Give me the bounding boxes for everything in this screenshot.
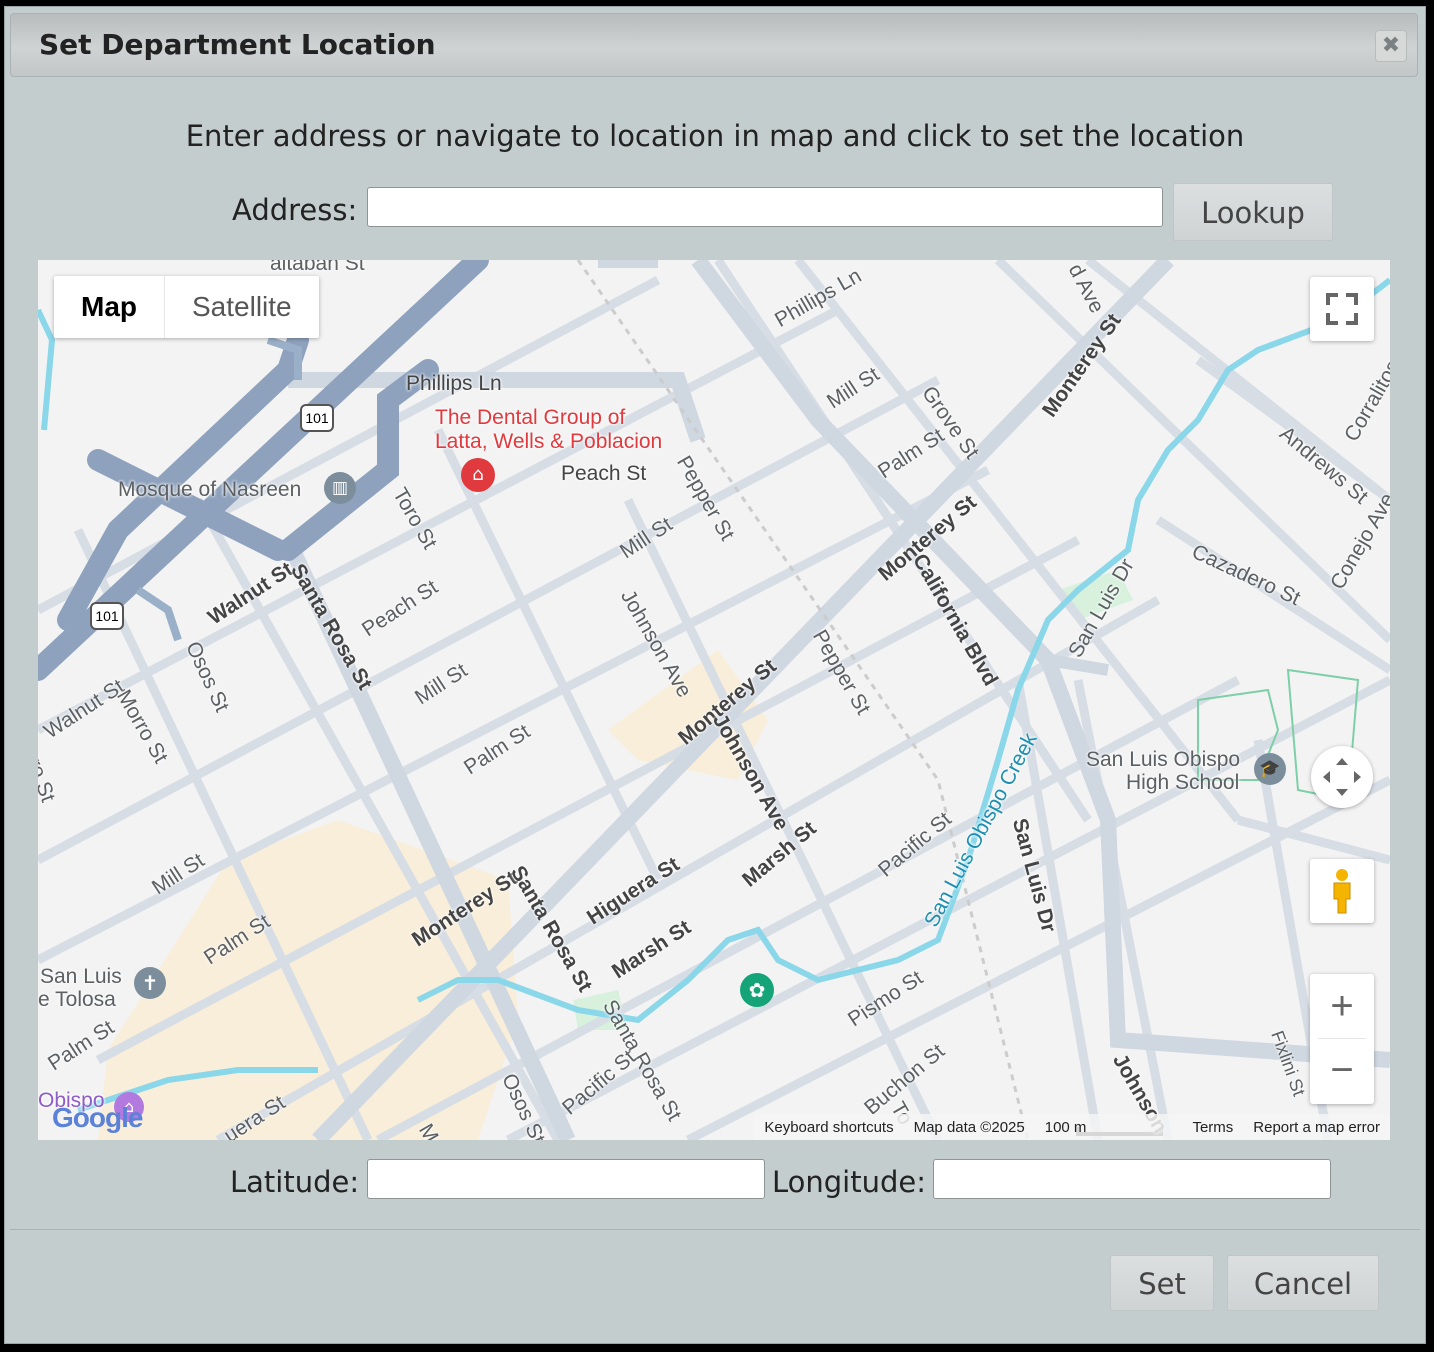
fullscreen-icon bbox=[1326, 293, 1358, 325]
street-label: Phillips Ln bbox=[406, 372, 502, 395]
set-button[interactable]: Set bbox=[1110, 1255, 1214, 1311]
map-data-text: Map data ©2025 bbox=[913, 1118, 1025, 1136]
fullscreen-button[interactable] bbox=[1310, 277, 1374, 341]
dialog-title: Set Department Location bbox=[39, 28, 436, 61]
zoom-out-button[interactable]: − bbox=[1310, 1039, 1374, 1103]
street-label: altaban St bbox=[270, 260, 365, 275]
place-label: Mosque of Nasreen bbox=[118, 478, 302, 501]
place-label: The Dental Group of bbox=[435, 406, 626, 429]
camera-control-button[interactable] bbox=[1311, 746, 1373, 808]
set-location-dialog: Set Department Location ✖ Enter address … bbox=[4, 6, 1426, 1344]
pegman-icon bbox=[1333, 869, 1351, 914]
place-label: Latta, Wells & Poblacion bbox=[435, 430, 663, 453]
report-error-link[interactable]: Report a map error bbox=[1243, 1119, 1390, 1136]
street-label: Peach St bbox=[561, 462, 647, 485]
longitude-label: Longitude: bbox=[772, 1165, 927, 1199]
lookup-button[interactable]: Lookup bbox=[1173, 183, 1333, 241]
close-icon[interactable]: ✖ bbox=[1375, 30, 1407, 62]
cancel-button[interactable]: Cancel bbox=[1227, 1255, 1379, 1311]
map-type-map-button[interactable]: Map bbox=[54, 276, 164, 338]
place-label: High School bbox=[1126, 771, 1240, 794]
zoom-in-button[interactable]: + bbox=[1310, 974, 1374, 1038]
hwy-101-shield-icon: 101 bbox=[90, 602, 124, 630]
park-icon[interactable]: ✿ bbox=[740, 973, 774, 1007]
street-view-pegman-button[interactable] bbox=[1310, 859, 1374, 923]
mosque-icon[interactable]: ▥ bbox=[324, 472, 356, 504]
address-input[interactable] bbox=[367, 187, 1163, 227]
longitude-input[interactable] bbox=[933, 1159, 1331, 1199]
camera-pan-icon bbox=[1323, 758, 1361, 796]
school-icon[interactable]: 🎓 bbox=[1254, 753, 1286, 785]
address-label: Address: bbox=[232, 193, 358, 227]
church-icon[interactable]: ✝ bbox=[134, 967, 166, 999]
google-logo[interactable]: Google bbox=[52, 1102, 143, 1134]
footer-divider bbox=[10, 1229, 1420, 1230]
instructions: Enter address or navigate to location in… bbox=[185, 119, 1245, 153]
latitude-label: Latitude: bbox=[230, 1165, 360, 1199]
dialog-titlebar[interactable]: Set Department Location ✖ bbox=[10, 13, 1418, 77]
scale-label: 100 m bbox=[1044, 1118, 1087, 1136]
dental-pin-icon[interactable]: ⌂ bbox=[461, 458, 495, 492]
keyboard-shortcuts-link[interactable]: Keyboard shortcuts bbox=[754, 1119, 903, 1136]
map-attribution: Keyboard shortcuts Map data ©2025 100 m … bbox=[754, 1114, 1390, 1140]
terms-link[interactable]: Terms bbox=[1182, 1119, 1243, 1136]
zoom-control: + − bbox=[1310, 974, 1374, 1104]
map-type-control[interactable]: Map Satellite bbox=[54, 276, 319, 338]
latitude-input[interactable] bbox=[367, 1159, 765, 1199]
map-canvas[interactable]: ⌂ ▥ 🎓 ✝ ✿ ⌂ 101 101 The Dental Group of … bbox=[38, 260, 1390, 1140]
place-label: San Luis Obispo bbox=[1086, 748, 1241, 771]
hwy-101-shield-icon: 101 bbox=[300, 404, 334, 432]
place-label: e Tolosa bbox=[38, 988, 116, 1011]
place-label: San Luis bbox=[40, 965, 122, 988]
map-type-satellite-button[interactable]: Satellite bbox=[164, 276, 319, 338]
